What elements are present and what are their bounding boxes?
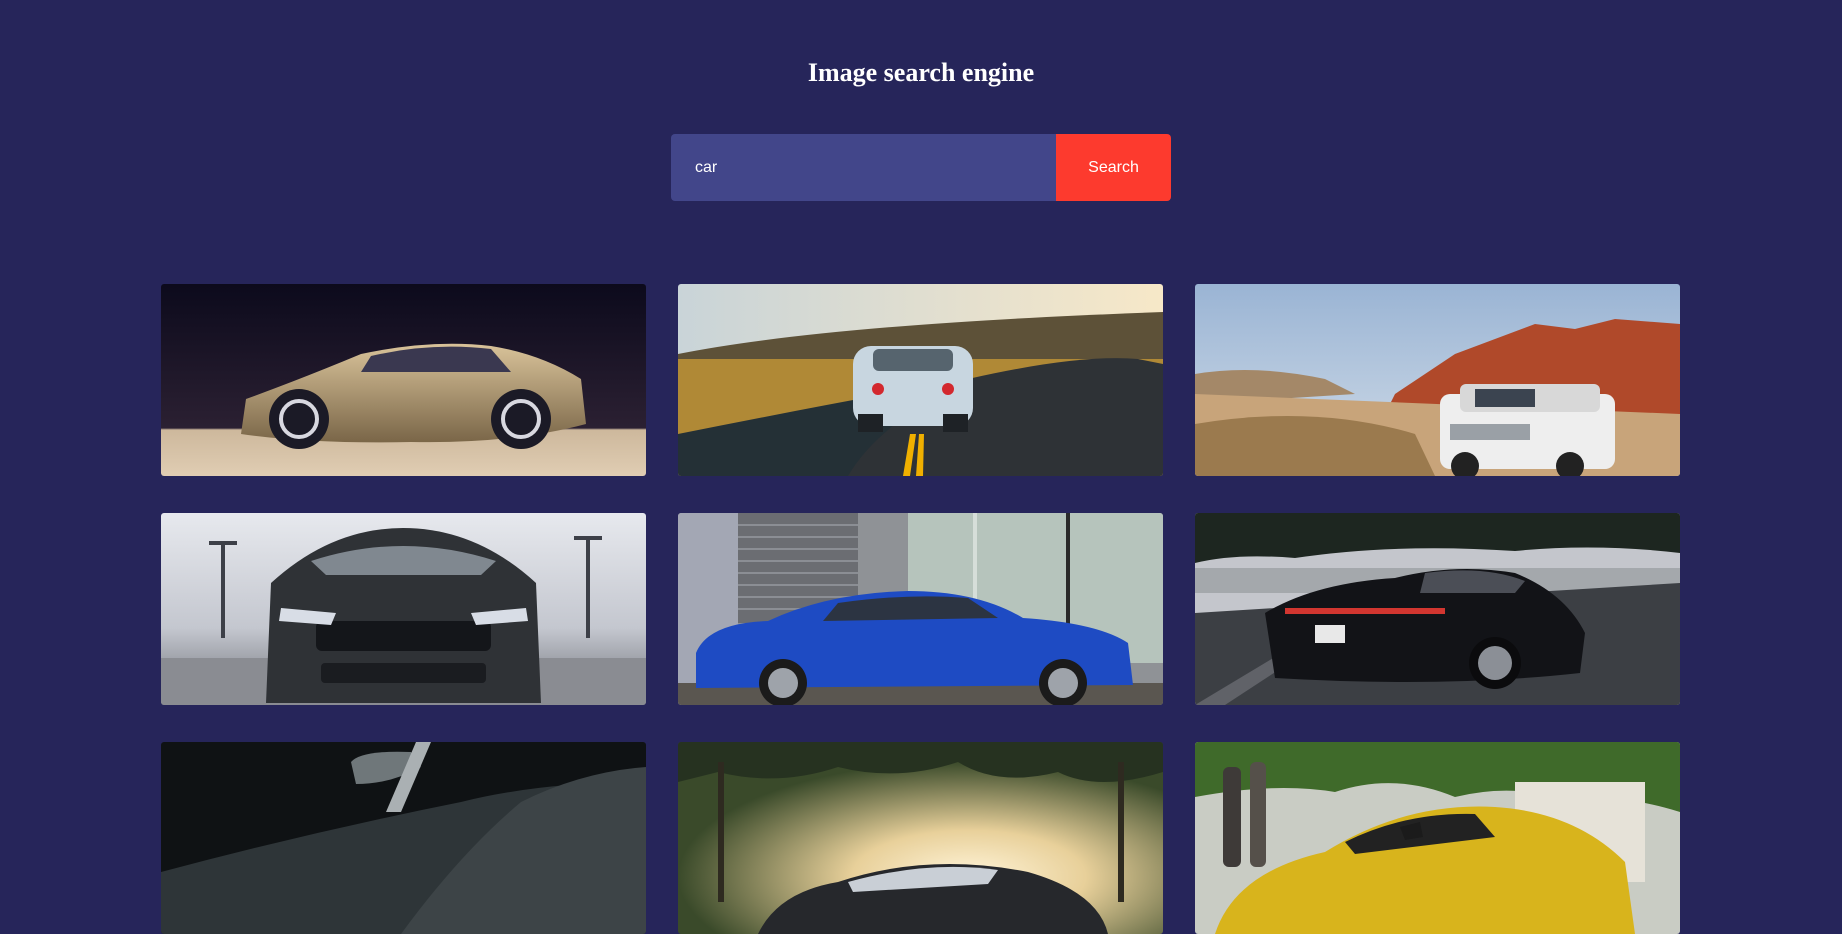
result-image[interactable]: [161, 284, 646, 476]
result-image-art: [678, 513, 1163, 705]
result-image[interactable]: [678, 284, 1163, 476]
result-image[interactable]: [161, 513, 646, 705]
result-image-art: [1195, 284, 1680, 476]
search-bar: Search: [671, 134, 1171, 201]
search-input[interactable]: [671, 134, 1056, 201]
result-image-art: [1195, 742, 1680, 934]
result-image[interactable]: [678, 742, 1163, 934]
result-image-art: [161, 742, 646, 934]
results-grid: [161, 284, 1681, 934]
search-button[interactable]: Search: [1056, 134, 1171, 201]
result-image[interactable]: [1195, 513, 1680, 705]
result-image[interactable]: [1195, 742, 1680, 934]
result-image-art: [161, 513, 646, 705]
result-image-art: [161, 284, 646, 476]
result-image[interactable]: [1195, 284, 1680, 476]
result-image-art: [678, 742, 1163, 934]
result-image[interactable]: [161, 742, 646, 934]
result-image-art: [678, 284, 1163, 476]
result-image[interactable]: [678, 513, 1163, 705]
page-title: Image search engine: [807, 58, 1035, 87]
result-image-art: [1195, 513, 1680, 705]
